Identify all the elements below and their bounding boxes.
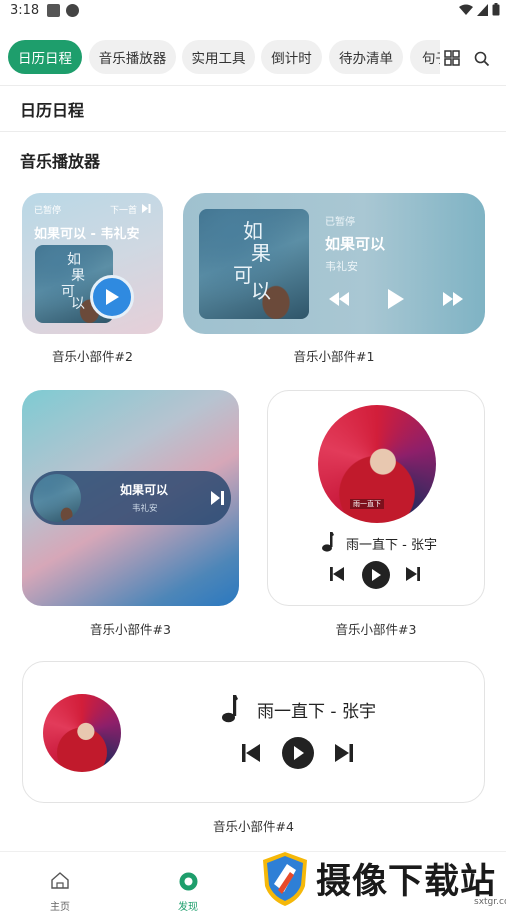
widget4-label: 音乐小部件#4: [213, 819, 294, 834]
rewind-icon[interactable]: [329, 292, 349, 306]
grid-icon[interactable]: [444, 50, 460, 66]
music-note-icon: [322, 532, 334, 552]
music-widget-1[interactable]: 如 果 可 以 已暂停 如果可以 韦礼安: [183, 193, 485, 334]
tab-sentences[interactable]: 句子: [410, 40, 444, 74]
music-widget-3-card[interactable]: 雨一直下 雨一直下 - 张宇: [267, 390, 485, 606]
music-widget-2[interactable]: 已暂停 下一首 如果可以 - 韦礼安 如 果 可 以: [22, 193, 163, 334]
watermark-url: sxtgr.com: [474, 897, 506, 907]
tab-music-player[interactable]: 音乐播放器: [89, 40, 176, 74]
widget1-label: 音乐小部件#1: [293, 349, 375, 364]
play-icon: [372, 569, 381, 581]
tab-todo[interactable]: 待办清单: [329, 40, 403, 74]
shield-logo-icon: [263, 852, 307, 906]
artist-avatar: 雨一直下: [318, 405, 436, 523]
widget4-track: 雨一直下 - 张宇: [257, 702, 376, 722]
widget1-status: 已暂停: [325, 217, 355, 228]
signal-icon: [477, 3, 488, 16]
music-widget-4[interactable]: 雨一直下 - 张宇: [22, 661, 485, 803]
widget3b-label: 音乐小部件#3: [335, 622, 417, 637]
skip-previous-icon[interactable]: [330, 567, 344, 581]
play-icon[interactable]: [388, 289, 404, 309]
tab-utilities[interactable]: 实用工具: [182, 40, 255, 74]
album-art: [33, 474, 81, 522]
play-icon: [293, 746, 304, 760]
image-notification-icon: [47, 4, 60, 17]
tab-calendar[interactable]: 日历日程: [8, 40, 82, 74]
widget3a-song: 如果可以: [120, 483, 169, 497]
search-icon[interactable]: [474, 51, 490, 67]
divider: [0, 131, 506, 132]
tab-tools: [440, 40, 496, 74]
watermark-text: 摄像下载站: [316, 862, 497, 902]
category-tabs: 日历日程 音乐播放器 实用工具 倒计时 待办清单 句子: [0, 40, 506, 80]
widget2-next-label: 下一首: [110, 206, 138, 216]
app-notification-icon: [66, 4, 79, 17]
play-button[interactable]: [362, 561, 390, 589]
play-button[interactable]: [90, 275, 134, 319]
watermark: 摄像下载站 sxtgr.com: [258, 848, 506, 911]
album-art: 如 果 可 以: [199, 209, 309, 319]
status-bar: 3:18: [0, 0, 506, 24]
wifi-icon: [459, 4, 473, 15]
tab-countdown[interactable]: 倒计时: [261, 40, 322, 74]
nav-home-label: 主页: [50, 902, 70, 911]
skip-next-icon[interactable]: [211, 491, 224, 505]
section-title-music: 音乐播放器: [20, 152, 101, 171]
avatar-caption: 雨一直下: [350, 499, 384, 509]
play-icon: [106, 289, 119, 305]
widget2-label: 音乐小部件#2: [52, 349, 133, 364]
skip-next-icon[interactable]: [406, 567, 420, 581]
fast-forward-icon[interactable]: [443, 292, 463, 306]
mini-player: 如果可以 韦礼安: [30, 471, 231, 525]
section-title-calendar: 日历日程: [20, 101, 85, 120]
widget3a-label: 音乐小部件#3: [90, 622, 171, 637]
widget1-song: 如果可以: [325, 235, 386, 253]
skip-previous-icon[interactable]: [242, 744, 260, 762]
home-icon: [51, 872, 69, 889]
nav-discover[interactable]: 发现: [168, 872, 208, 911]
divider: [0, 85, 506, 86]
widget2-title: 如果可以 - 韦礼安: [34, 227, 140, 242]
widget2-status: 已暂停: [34, 206, 62, 216]
artist-avatar: [43, 694, 121, 772]
battery-icon: [492, 3, 500, 16]
nav-discover-label: 发现: [178, 902, 198, 911]
widget1-artist: 韦礼安: [325, 260, 358, 273]
skip-next-icon: [142, 204, 151, 213]
music-note-icon: [222, 695, 238, 723]
widget3a-artist: 韦礼安: [132, 504, 158, 514]
skip-next-icon[interactable]: [335, 744, 353, 762]
status-time: 3:18: [10, 3, 40, 18]
music-widget-3-gradient[interactable]: 如果可以 韦礼安: [22, 390, 239, 606]
nav-home[interactable]: 主页: [40, 872, 80, 911]
widget3b-track: 雨一直下 - 张宇: [346, 538, 437, 553]
play-button[interactable]: [282, 737, 314, 769]
discover-icon: [179, 872, 198, 891]
